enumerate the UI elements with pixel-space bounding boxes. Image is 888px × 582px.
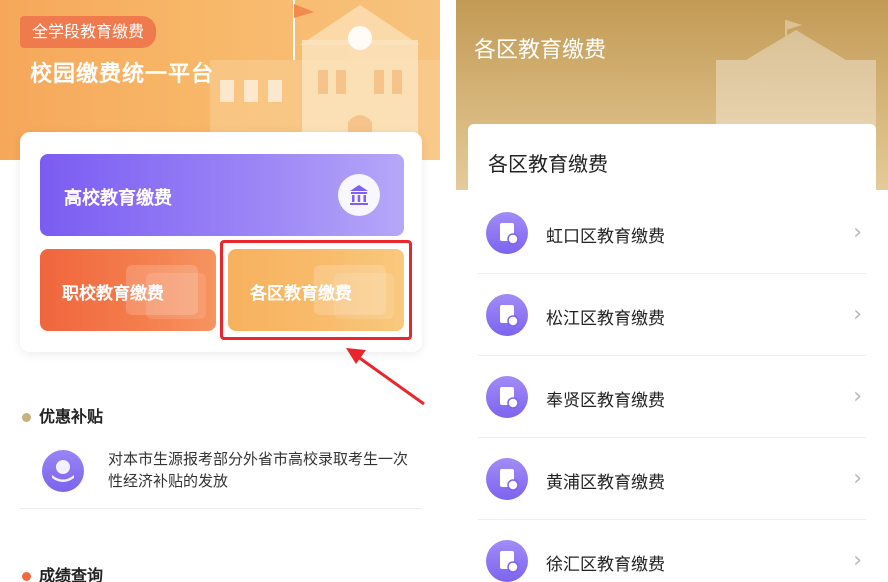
grades-title-text: 成绩查询: [39, 566, 104, 582]
subsidy-section-title: 优惠补贴: [22, 403, 103, 427]
bullet-dot: [22, 572, 31, 581]
highlight-box: [220, 240, 412, 340]
subsidy-title-text: 优惠补贴: [39, 407, 104, 426]
document-icon: [486, 376, 528, 418]
grades-section-title: 成绩查询: [22, 562, 103, 582]
chevron-right-icon: ›: [853, 220, 862, 245]
chevron-right-icon: ›: [853, 384, 862, 409]
vocational-payment-label: 职校教育缴费: [62, 284, 164, 304]
right-screen: 各区教育缴费 各区教育缴费 虹口区教育缴费 › 松江区教育缴费 › 奉贤区教育缴…: [456, 0, 888, 582]
list-item-label: 虹口区教育缴费: [546, 227, 665, 247]
list-item-xuhui[interactable]: 徐汇区教育缴费 ›: [468, 520, 876, 582]
list-item-label: 徐汇区教育缴费: [546, 555, 665, 575]
list-item-label: 奉贤区教育缴费: [546, 391, 665, 411]
divider: [20, 508, 422, 509]
list-item-label: 松江区教育缴费: [546, 309, 665, 329]
banner-title: 校园缴费统一平台: [30, 62, 215, 87]
document-icon: [486, 212, 528, 254]
header-title: 各区教育缴费: [474, 38, 607, 63]
document-icon: [486, 458, 528, 500]
chevron-right-icon: ›: [853, 548, 862, 573]
chevron-right-icon: ›: [853, 302, 862, 327]
university-payment-tile[interactable]: 高校教育缴费: [40, 154, 404, 236]
list-item-huangpu[interactable]: 黄浦区教育缴费 ›: [468, 438, 876, 520]
left-screen: 全学段教育缴费 校园缴费统一平台 高校教育缴费 职校教育缴费 各区教育缴费 优惠…: [0, 0, 440, 582]
university-payment-label: 高校教育缴费: [64, 188, 172, 209]
pointer-arrow-icon: [346, 348, 425, 406]
list-item-fengxian[interactable]: 奉贤区教育缴费 ›: [468, 356, 876, 438]
subsidy-item-link[interactable]: 对本市生源报考部分外省市高校录取考生一次性经济补贴的发放: [108, 448, 408, 492]
bank-icon: [338, 174, 380, 216]
hand-coin-icon: [42, 450, 84, 492]
all-stage-tag: 全学段教育缴费: [20, 16, 157, 48]
card-title: 各区教育缴费: [488, 152, 608, 176]
vocational-payment-tile[interactable]: 职校教育缴费: [40, 249, 216, 331]
document-icon: [486, 540, 528, 582]
list-item-label: 黄浦区教育缴费: [546, 473, 665, 493]
list-item-hongkou[interactable]: 虹口区教育缴费 ›: [468, 192, 876, 274]
district-list-card: 各区教育缴费 虹口区教育缴费 › 松江区教育缴费 › 奉贤区教育缴费 › 黄浦区…: [468, 124, 876, 582]
list-item-songjiang[interactable]: 松江区教育缴费 ›: [468, 274, 876, 356]
building-watermark: [716, 20, 876, 130]
document-icon: [486, 294, 528, 336]
chevron-right-icon: ›: [853, 466, 862, 491]
bullet-dot: [22, 413, 31, 422]
